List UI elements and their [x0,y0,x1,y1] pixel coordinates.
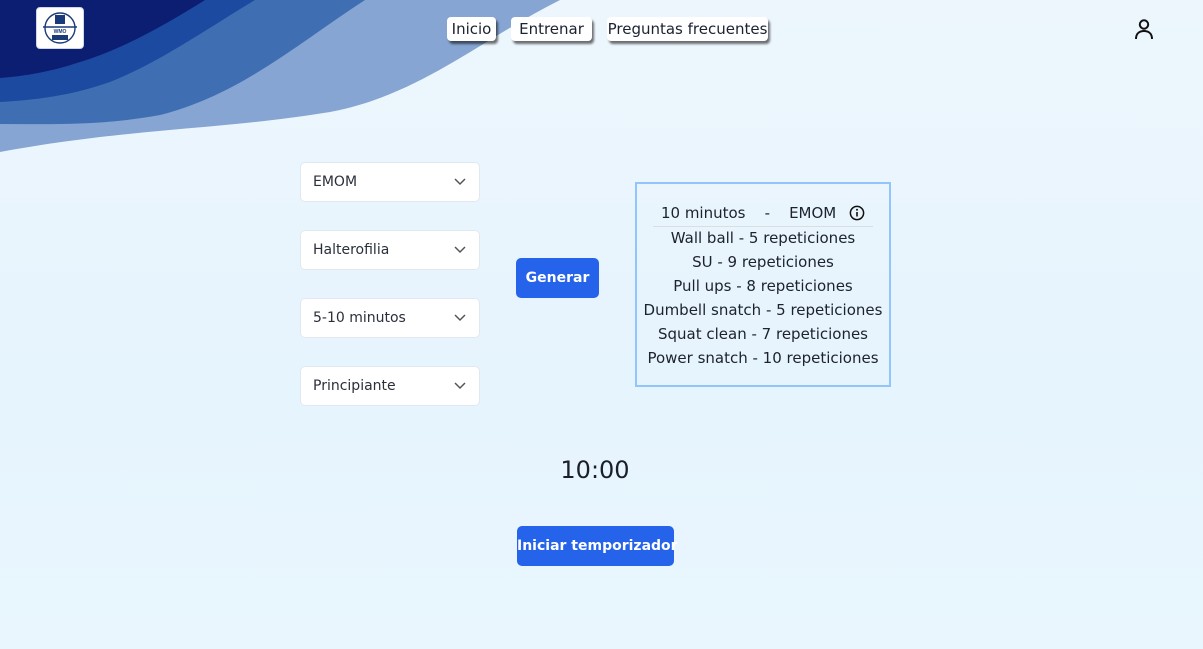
user-icon[interactable] [1132,17,1156,41]
exercise-item: Squat clean - 7 repeticiones [658,325,868,343]
exercise-item: Dumbell snatch - 5 repeticiones [643,301,883,319]
generate-button[interactable]: Generar [516,258,599,298]
duration-value: 5-10 minutos [313,310,406,326]
level-value: Principiante [313,378,396,394]
exercise-list: Wall ball - 5 repeticiones SU - 9 repeti… [637,226,889,370]
main-nav: Inicio Entrenar Preguntas frecuentes [0,17,1203,41]
nav-entrenar[interactable]: Entrenar [511,17,592,41]
exercise-item: Wall ball - 5 repeticiones [670,229,856,247]
exercise-item: Pull ups - 8 repeticiones [673,277,853,295]
category-value: Halterofilia [313,242,390,258]
category-select[interactable]: Halterofilia [300,230,480,270]
timer-display: 10:00 [560,456,630,484]
workout-format: EMOM [789,204,837,222]
workout-duration: 10 minutos [660,204,746,222]
exercise-item: SU - 9 repeticiones [692,253,834,271]
workout-separator: - [764,204,770,222]
info-icon[interactable] [849,205,865,221]
workout-card: 10 minutos - EMOM Wall ball - 5 repetici… [635,182,891,387]
workout-type-value: EMOM [313,174,358,190]
nav-inicio[interactable]: Inicio [447,17,496,41]
chevron-down-icon [454,246,466,254]
duration-select[interactable]: 5-10 minutos [300,298,480,338]
workout-type-select[interactable]: EMOM [300,162,480,202]
start-timer-button[interactable]: Iniciar temporizador [517,526,678,566]
workout-header: 10 minutos - EMOM [653,202,873,227]
level-select[interactable]: Principiante [300,366,480,406]
chevron-down-icon [454,314,466,322]
exercise-item: Power snatch - 10 repeticiones [647,349,879,367]
nav-faq[interactable]: Preguntas frecuentes [607,17,768,41]
chevron-down-icon [454,382,466,390]
chevron-down-icon [454,178,466,186]
